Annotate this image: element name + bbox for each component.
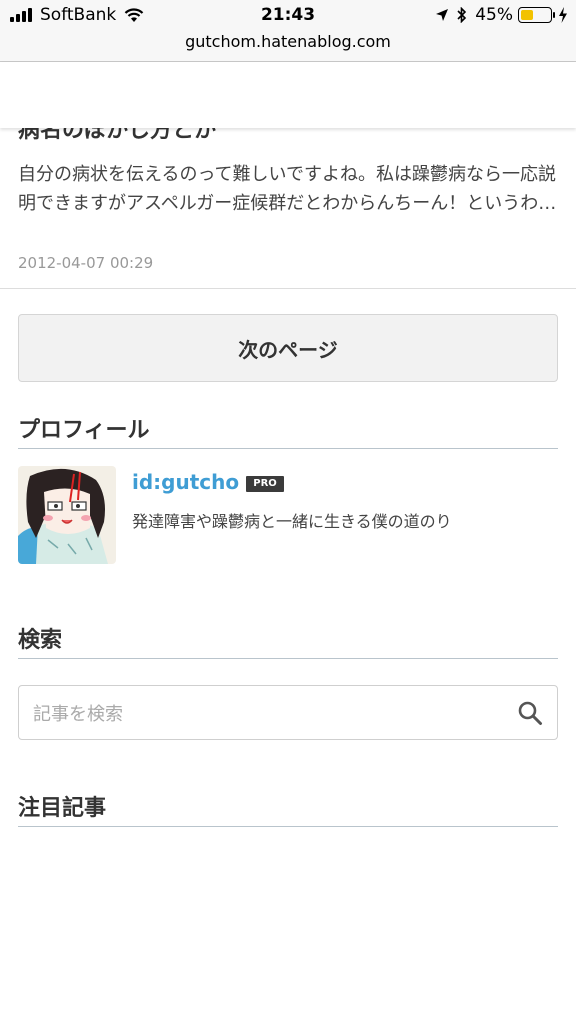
avatar-illustration <box>18 466 116 564</box>
profile-description: 発達障害や躁鬱病と一緒に生きる僕の道のり <box>132 512 452 531</box>
entry-excerpt: 自分の病状を伝えるのって難しいですよね。私は躁鬱病なら一応説明できますがアスペル… <box>18 164 557 214</box>
featured-heading: 注目記事 <box>18 790 558 827</box>
avatar[interactable] <box>18 466 116 564</box>
location-arrow-icon <box>436 9 449 21</box>
entry-date: 2012-04-07 00:29 <box>18 254 154 272</box>
status-bar: SoftBank 21:43 45% <box>0 0 576 32</box>
blog-header <box>0 62 576 128</box>
url-text[interactable]: gutchom.hatenablog.com <box>185 32 391 51</box>
search-heading: 検索 <box>18 622 558 659</box>
search-icon[interactable] <box>517 700 543 726</box>
divider <box>0 288 576 289</box>
profile-heading: プロフィール <box>18 412 558 449</box>
pro-badge: PRO <box>246 476 284 492</box>
battery-level <box>521 10 534 20</box>
search-box[interactable] <box>18 685 558 740</box>
next-page-button[interactable]: 次のページ <box>18 314 558 382</box>
battery-icon <box>518 7 555 23</box>
search-input[interactable] <box>31 698 505 730</box>
charging-bolt-icon <box>559 7 567 23</box>
battery-percent: 45% <box>475 5 513 25</box>
address-bar[interactable]: gutchom.hatenablog.com <box>0 32 576 62</box>
status-right: 45% <box>435 5 568 25</box>
profile-id-link[interactable]: id:gutcho <box>132 470 239 494</box>
bluetooth-icon <box>457 7 467 23</box>
